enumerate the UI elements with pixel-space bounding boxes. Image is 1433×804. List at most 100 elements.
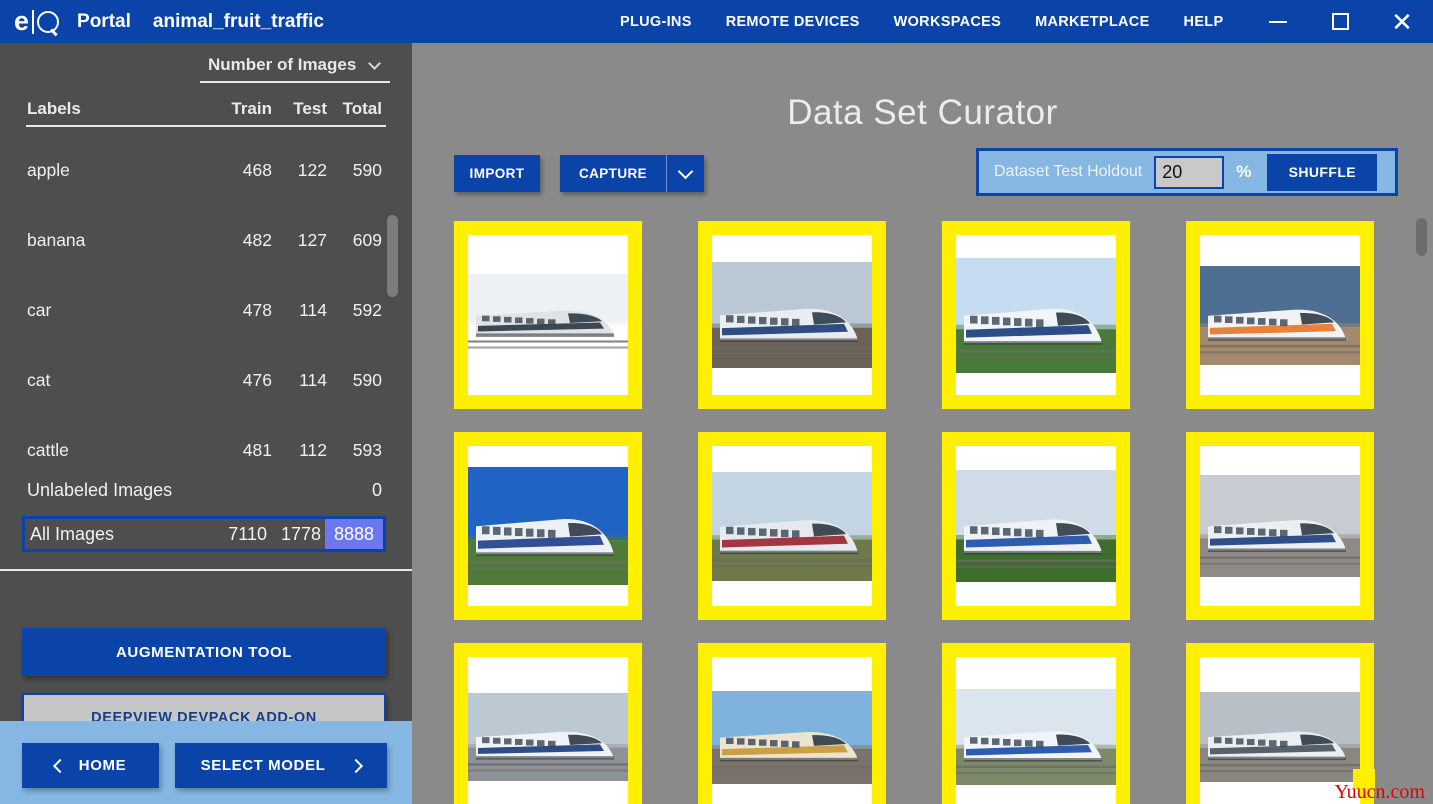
thumbnail-image-frame <box>468 657 628 804</box>
nav-help[interactable]: HELP <box>1184 14 1224 30</box>
main-nav: PLUG-INS REMOTE DEVICES WORKSPACES MARKE… <box>620 0 1257 43</box>
train-image <box>956 446 1116 606</box>
metric-select[interactable]: Number of Images <box>200 53 390 83</box>
chevron-down-icon <box>677 163 694 180</box>
unlabeled-images-row: Unlabeled Images 0 <box>0 473 412 507</box>
augmentation-tool-button[interactable]: AUGMENTATION TOOL <box>22 628 386 676</box>
select-model-button[interactable]: SELECT MODEL <box>175 743 387 788</box>
logo-letter: e <box>14 6 30 36</box>
train-image <box>468 446 628 606</box>
row-train: 482 <box>242 229 272 250</box>
main-scrollbar[interactable] <box>1416 43 1427 804</box>
thumbnail-grid <box>454 221 1398 804</box>
thumbnail-item[interactable] <box>454 432 642 620</box>
close-button[interactable]: ✕ <box>1371 0 1433 43</box>
main-panel: Data Set Curator IMPORT CAPTURE Dataset … <box>412 43 1433 804</box>
unlabeled-count: 0 <box>371 479 382 500</box>
watermark-red: Yuucn.com <box>1334 781 1425 803</box>
all-images-total: 8888 <box>325 519 383 549</box>
thumbnail-image-frame <box>712 446 872 606</box>
app-name: Portal <box>77 10 131 32</box>
thumbnail-item[interactable] <box>1186 643 1374 804</box>
row-label: apple <box>27 159 70 180</box>
row-test: 122 <box>297 159 327 180</box>
table-row[interactable]: banana 482 127 609 <box>0 205 412 275</box>
table-body: apple 468 122 590 banana 482 127 609 car… <box>0 127 412 479</box>
train-image <box>956 657 1116 804</box>
train-image <box>712 657 872 804</box>
train-image <box>468 235 628 395</box>
thumbnail-item[interactable] <box>698 432 886 620</box>
unlabeled-label: Unlabeled Images <box>27 479 173 500</box>
dataset-test-holdout-panel: Dataset Test Holdout % SHUFFLE <box>976 148 1398 196</box>
chevron-right-icon <box>349 758 364 773</box>
chevron-down-icon <box>368 56 381 70</box>
row-train: 478 <box>242 299 272 320</box>
row-train: 481 <box>242 439 272 460</box>
table-row[interactable]: apple 468 122 590 <box>0 135 412 205</box>
minimize-button[interactable] <box>1247 0 1309 43</box>
nav-marketplace[interactable]: MARKETPLACE <box>1035 14 1149 30</box>
home-button-label: HOME <box>78 757 127 774</box>
sidebar-scrollbar-thumb[interactable] <box>387 215 398 297</box>
table-header: Labels Train Test Total <box>0 99 412 125</box>
row-train: 468 <box>242 159 272 180</box>
thumbnail-image-frame <box>1200 446 1360 606</box>
train-image <box>468 657 628 804</box>
train-image <box>956 235 1116 395</box>
thumbnail-item[interactable] <box>698 643 886 804</box>
thumbnail-item[interactable] <box>454 643 642 804</box>
row-label: cattle <box>27 439 69 460</box>
metric-select-value: Number of Images <box>208 55 357 74</box>
row-total: 609 <box>352 229 382 250</box>
sidebar: Number of Images Labels Train Test Total… <box>0 43 412 743</box>
window-controls: ✕ <box>1247 0 1433 43</box>
nav-plug-ins[interactable]: PLUG-INS <box>620 14 692 30</box>
holdout-label: Dataset Test Holdout <box>994 163 1143 180</box>
capture-button-group: CAPTURE <box>560 155 704 192</box>
holdout-input[interactable] <box>1154 155 1225 189</box>
all-images-test: 1778 <box>280 523 321 544</box>
thumbnail-item[interactable] <box>942 432 1130 620</box>
import-button[interactable]: IMPORT <box>454 155 540 192</box>
thumbnail-item[interactable] <box>942 221 1130 409</box>
thumbnail-item[interactable] <box>454 221 642 409</box>
project-name: animal_fruit_traffic <box>152 10 324 32</box>
thumbnail-image-frame <box>712 235 872 395</box>
col-labels: Labels <box>27 99 81 118</box>
maximize-button[interactable] <box>1309 0 1371 43</box>
logo-bar-icon <box>32 9 35 34</box>
row-total: 590 <box>352 369 382 390</box>
thumbnail-item[interactable] <box>1186 432 1374 620</box>
thumbnail-item[interactable] <box>698 221 886 409</box>
row-label: car <box>27 299 52 320</box>
nav-workspaces[interactable]: WORKSPACES <box>894 14 1001 30</box>
table-row[interactable]: cattle 481 112 593 <box>0 415 412 479</box>
col-total: Total <box>342 99 382 118</box>
table-row[interactable]: car 478 114 592 <box>0 275 412 345</box>
sidebar-footer: HOME SELECT MODEL <box>0 721 412 804</box>
row-total: 592 <box>352 299 382 320</box>
eiq-logo: e <box>14 6 60 36</box>
thumbnail-item[interactable] <box>1186 221 1374 409</box>
main-scrollbar-thumb[interactable] <box>1416 218 1427 256</box>
thumbnail-image-frame <box>468 235 628 395</box>
thumbnail-item[interactable] <box>942 643 1130 804</box>
row-total: 590 <box>352 159 382 180</box>
train-image <box>1200 235 1360 395</box>
close-icon: ✕ <box>1391 6 1413 37</box>
row-total: 593 <box>352 439 382 460</box>
table-row[interactable]: cat 476 114 590 <box>0 345 412 415</box>
shuffle-button[interactable]: SHUFFLE <box>1267 153 1378 191</box>
nav-remote-devices[interactable]: REMOTE DEVICES <box>726 14 860 30</box>
label-stats-table: Labels Train Test Total apple 468 122 59… <box>0 99 412 479</box>
all-images-row[interactable]: All Images 7110 1778 8888 <box>22 516 386 552</box>
row-test: 114 <box>299 369 327 390</box>
capture-dropdown-button[interactable] <box>666 155 704 192</box>
train-image <box>712 446 872 606</box>
sidebar-scrollbar[interactable] <box>387 137 398 352</box>
logo-q-icon <box>37 10 60 36</box>
row-label: banana <box>27 229 86 250</box>
home-button[interactable]: HOME <box>22 743 159 788</box>
capture-button[interactable]: CAPTURE <box>560 155 666 192</box>
